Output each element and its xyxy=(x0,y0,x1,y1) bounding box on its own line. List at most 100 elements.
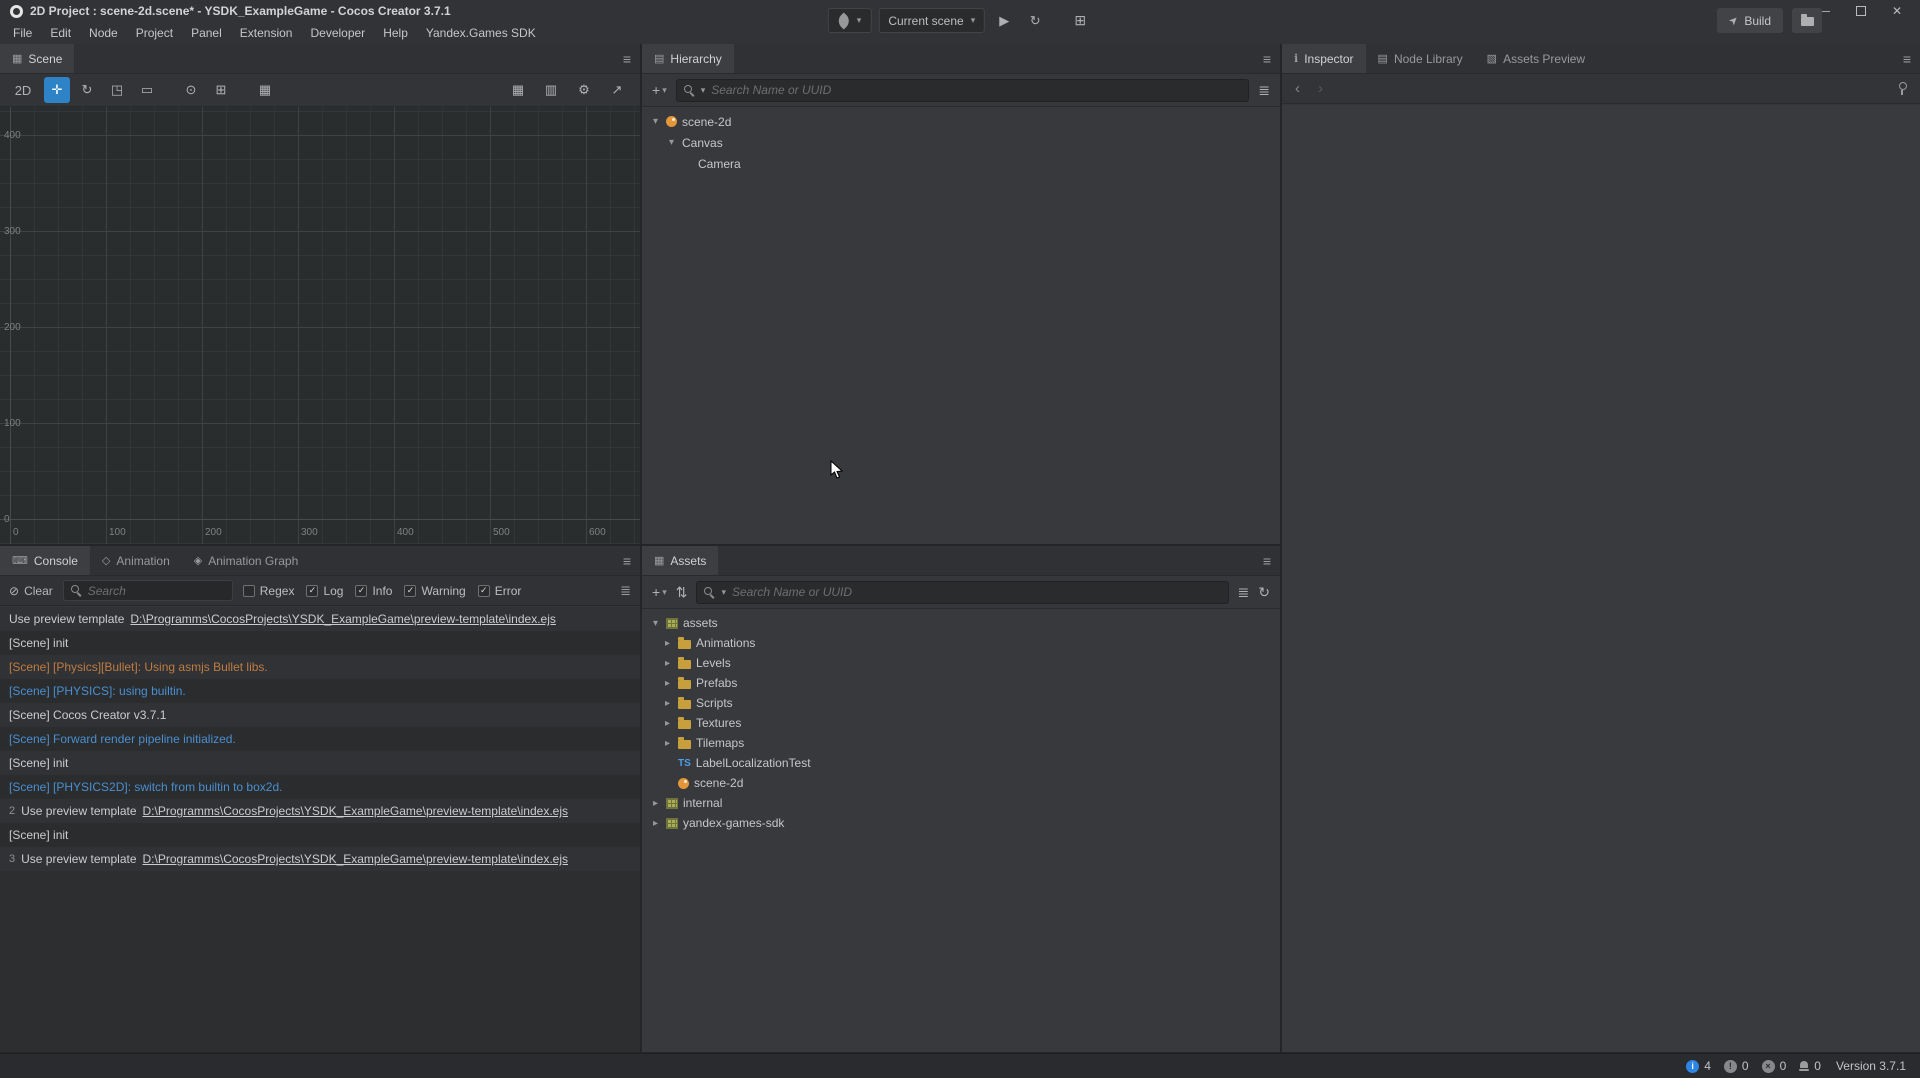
filter-warning[interactable]: ✓Warning xyxy=(404,584,465,598)
rect-tool-button[interactable]: ▭ xyxy=(134,77,160,103)
tab-assets-preview[interactable]: ▧Assets Preview xyxy=(1475,44,1597,73)
menu-edit[interactable]: Edit xyxy=(41,22,80,44)
checkbox-unchecked-icon[interactable] xyxy=(243,585,255,597)
assets-search-input[interactable] xyxy=(732,585,1221,599)
expand-down-icon[interactable]: ▾ xyxy=(650,116,661,127)
pin-icon[interactable] xyxy=(1897,82,1907,95)
menu-panel[interactable]: Panel xyxy=(182,22,231,44)
grid-tool-button[interactable]: ▦ xyxy=(505,77,531,103)
scale-tool-button[interactable]: ◳ xyxy=(104,77,130,103)
expand-right-icon[interactable]: ▸ xyxy=(662,718,673,729)
scene-panel-menu-icon[interactable]: ≡ xyxy=(623,44,631,73)
history-forward-icon[interactable]: › xyxy=(1318,80,1323,97)
tab-hierarchy[interactable]: ▤ Hierarchy xyxy=(642,44,734,73)
refresh-preview-button[interactable]: ↻ xyxy=(1023,8,1047,33)
tree-item-prefabs[interactable]: ▸Prefabs xyxy=(642,673,1280,693)
log-detail-icon[interactable]: ≣ xyxy=(620,583,631,599)
scene-canvas[interactable]: 40030020010000100200300400500600 xyxy=(0,107,640,544)
menu-extension[interactable]: Extension xyxy=(231,22,302,44)
maximize-button[interactable] xyxy=(1856,6,1866,16)
log-file-link[interactable]: D:\Programms\CocosProjects\YSDK_ExampleG… xyxy=(143,804,569,818)
hierarchy-panel-menu-icon[interactable]: ≡ xyxy=(1263,44,1271,73)
menu-node[interactable]: Node xyxy=(80,22,127,44)
log-file-link[interactable]: D:\Programms\CocosProjects\YSDK_ExampleG… xyxy=(130,612,556,626)
console-log-row[interactable]: [Scene] init xyxy=(0,823,640,847)
refresh-assets-button[interactable]: ↻ xyxy=(1258,584,1270,601)
hierarchy-search-input[interactable] xyxy=(711,83,1241,97)
tab-animation-graph[interactable]: ◈Animation Graph xyxy=(182,546,311,575)
search-filter-chevron-icon[interactable]: ▾ xyxy=(721,587,726,598)
console-log-row[interactable]: 3Use preview template D:\Programms\Cocos… xyxy=(0,847,640,871)
hierarchy-search[interactable]: ▾ xyxy=(676,79,1250,102)
tree-item-tilemaps[interactable]: ▸Tilemaps xyxy=(642,733,1280,753)
console-log-row[interactable]: [Scene] [PHYSICS2D]: switch from builtin… xyxy=(0,775,640,799)
console-log-row[interactable]: [Scene] Forward render pipeline initiali… xyxy=(0,727,640,751)
history-back-icon[interactable]: ‹ xyxy=(1295,80,1300,97)
console-log-row[interactable]: [Scene] Cocos Creator v3.7.1 xyxy=(0,703,640,727)
checkbox-checked-icon[interactable]: ✓ xyxy=(355,585,367,597)
tree-item-yandex-games-sdk[interactable]: ▸yandex-games-sdk xyxy=(642,813,1280,833)
console-log-row[interactable]: 2Use preview template D:\Programms\Cocos… xyxy=(0,799,640,823)
status-bell[interactable]: 0 xyxy=(1799,1059,1821,1073)
menu-yandex-games-sdk[interactable]: Yandex.Games SDK xyxy=(417,22,545,44)
create-asset-button[interactable]: +▾ xyxy=(652,584,667,600)
rotate-tool-button[interactable]: ↻ xyxy=(74,77,100,103)
tree-item-animations[interactable]: ▸Animations xyxy=(642,633,1280,653)
hierarchy-view-options-button[interactable]: ≣ xyxy=(1258,82,1270,99)
expand-right-icon[interactable]: ▸ xyxy=(650,798,661,809)
move-tool-button[interactable]: ✛ xyxy=(44,77,70,103)
tab-assets[interactable]: ▦ Assets xyxy=(642,546,718,575)
preview-in-editor-button[interactable]: ⊞ xyxy=(1068,8,1092,33)
mode-2d-button[interactable]: 2D xyxy=(10,77,36,103)
tree-item-internal[interactable]: ▸internal xyxy=(642,793,1280,813)
status-error[interactable]: ×0 xyxy=(1762,1059,1787,1073)
menu-project[interactable]: Project xyxy=(127,22,182,44)
search-filter-chevron-icon[interactable]: ▾ xyxy=(701,85,706,96)
tree-item-scripts[interactable]: ▸Scripts xyxy=(642,693,1280,713)
tree-item-scene-2d[interactable]: scene-2d xyxy=(642,773,1280,793)
tree-item-assets[interactable]: ▾assets xyxy=(642,613,1280,633)
menu-developer[interactable]: Developer xyxy=(301,22,374,44)
log-file-link[interactable]: D:\Programms\CocosProjects\YSDK_ExampleG… xyxy=(143,852,569,866)
snap-tool-button[interactable]: ▦ xyxy=(252,77,278,103)
assets-panel-menu-icon[interactable]: ≡ xyxy=(1263,546,1271,575)
assets-view-options-button[interactable]: ≣ xyxy=(1238,584,1250,601)
filter-error[interactable]: ✓Error xyxy=(478,584,522,598)
tab-inspector[interactable]: ℹInspector xyxy=(1282,44,1366,73)
pivot-tool-button[interactable]: ⊙ xyxy=(178,77,204,103)
tab-animation[interactable]: ◇Animation xyxy=(90,546,182,575)
expand-tool-button[interactable]: ↗ xyxy=(604,77,630,103)
console-search-input[interactable] xyxy=(88,584,225,598)
build-button[interactable]: ➤ Build xyxy=(1717,8,1783,33)
expand-right-icon[interactable]: ▸ xyxy=(662,678,673,689)
expand-right-icon[interactable]: ▸ xyxy=(662,658,673,669)
open-build-folder-button[interactable] xyxy=(1792,8,1822,33)
assets-search[interactable]: ▾ xyxy=(696,581,1228,604)
tree-item-canvas[interactable]: ▾Canvas xyxy=(642,132,1280,153)
filter-log[interactable]: ✓Log xyxy=(306,584,343,598)
tree-item-scene-2d[interactable]: ▾scene-2d xyxy=(642,111,1280,132)
checkbox-checked-icon[interactable]: ✓ xyxy=(478,585,490,597)
platform-dropdown[interactable]: ▾ xyxy=(828,8,872,33)
play-button[interactable]: ▶ xyxy=(992,8,1016,33)
console-log-row[interactable]: Use preview template D:\Programms\CocosP… xyxy=(0,607,640,631)
expand-right-icon[interactable]: ▸ xyxy=(662,698,673,709)
create-node-button[interactable]: +▾ xyxy=(652,82,667,98)
tree-item-levels[interactable]: ▸Levels xyxy=(642,653,1280,673)
close-button[interactable]: ✕ xyxy=(1892,0,1902,22)
sort-assets-button[interactable]: ⇅ xyxy=(676,584,688,601)
gear-tool-button[interactable]: ⚙ xyxy=(571,77,597,103)
expand-right-icon[interactable]: ▸ xyxy=(662,738,673,749)
tree-item-camera[interactable]: Camera xyxy=(642,153,1280,174)
tree-item-textures[interactable]: ▸Textures xyxy=(642,713,1280,733)
filter-regex[interactable]: Regex xyxy=(243,584,295,598)
expand-right-icon[interactable]: ▸ xyxy=(650,818,661,829)
tree-item-labellocalizationtest[interactable]: TSLabelLocalizationTest xyxy=(642,753,1280,773)
clear-console-button[interactable]: ⊘ Clear xyxy=(9,584,53,598)
checkbox-checked-icon[interactable]: ✓ xyxy=(306,585,318,597)
console-log-row[interactable]: [Scene] init xyxy=(0,751,640,775)
status-warning[interactable]: !0 xyxy=(1724,1059,1749,1073)
console-panel-menu-icon[interactable]: ≡ xyxy=(623,546,631,575)
tab-scene[interactable]: ▦ Scene xyxy=(0,44,74,73)
expand-down-icon[interactable]: ▾ xyxy=(650,618,661,629)
